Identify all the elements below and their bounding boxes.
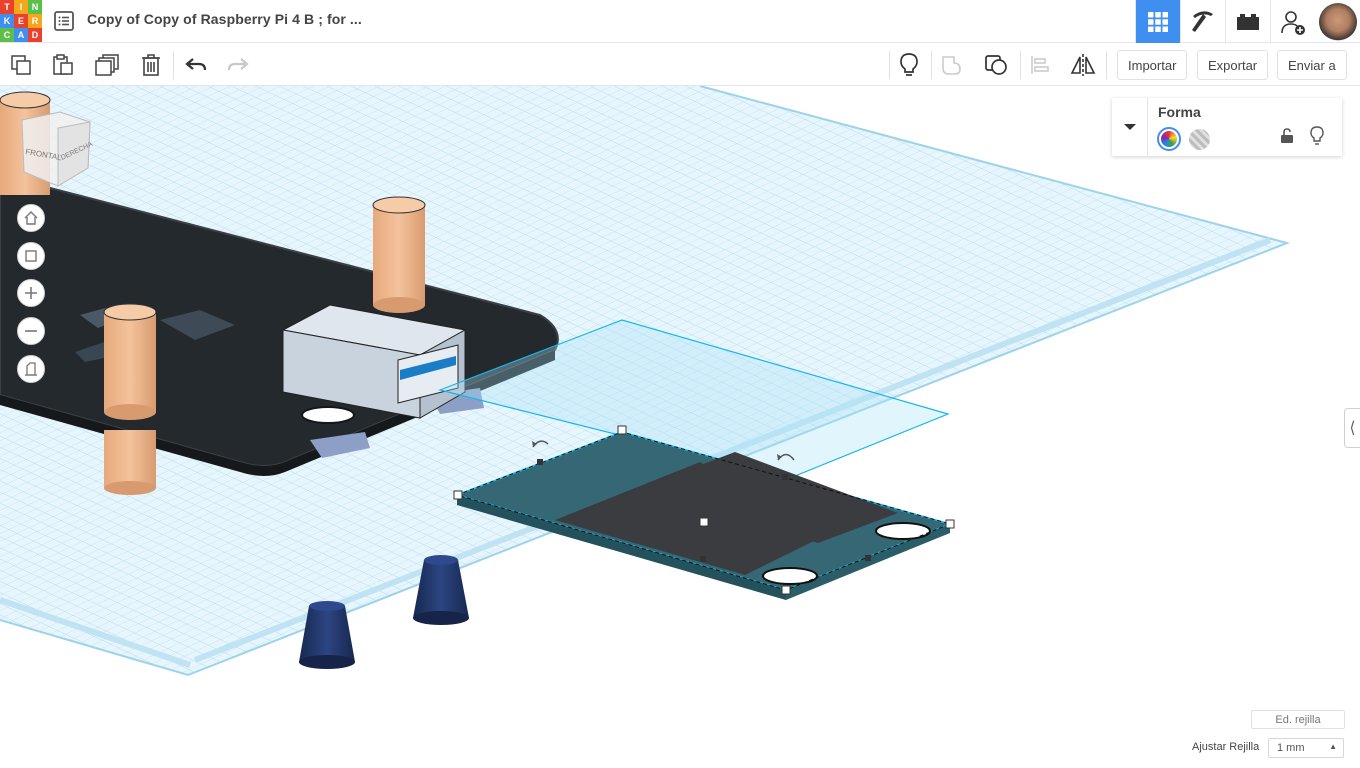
copy-icon[interactable] bbox=[1, 43, 41, 86]
fit-view-icon[interactable] bbox=[17, 242, 45, 270]
align-icon bbox=[1020, 43, 1060, 86]
export-button[interactable]: Exportar bbox=[1197, 50, 1269, 80]
notes-icon[interactable] bbox=[889, 43, 929, 86]
scene-3d[interactable]: FRONTAL DERECHA bbox=[0, 86, 1360, 768]
duplicate-icon[interactable] bbox=[88, 43, 128, 86]
shape-inspector-panel: Forma bbox=[1112, 98, 1342, 156]
logo-letter: A bbox=[14, 28, 28, 42]
tinkercad-logo[interactable]: T I N K E R C A D bbox=[0, 0, 42, 42]
logo-letter: E bbox=[14, 14, 28, 28]
mirror-icon[interactable] bbox=[1063, 43, 1103, 86]
bricks-icon[interactable] bbox=[1225, 0, 1270, 43]
snap-grid-value: 1 mm bbox=[1277, 742, 1305, 754]
bulb-icon[interactable] bbox=[1309, 126, 1325, 151]
user-avatar[interactable] bbox=[1315, 0, 1360, 43]
send-to-button[interactable]: Enviar a bbox=[1277, 50, 1347, 80]
snap-grid-select[interactable]: 1 mm ▲︎ bbox=[1268, 738, 1344, 758]
ortho-view-icon[interactable] bbox=[17, 355, 45, 383]
caret-icon: ▲︎ bbox=[1329, 742, 1337, 751]
logo-letter: D bbox=[28, 28, 42, 42]
zoom-out-icon[interactable] bbox=[17, 317, 45, 345]
solid-color-icon[interactable] bbox=[1157, 127, 1181, 151]
snap-grid-label: Ajustar Rejilla bbox=[1192, 741, 1260, 753]
standoff-cylinder[interactable] bbox=[104, 430, 156, 495]
logo-letter: T bbox=[0, 0, 14, 14]
edit-toolbar: Importar Exportar Enviar a bbox=[0, 43, 1360, 86]
logo-letter: I bbox=[14, 0, 28, 14]
side-panel-expand-tab[interactable]: ⟨ bbox=[1344, 408, 1360, 448]
undo-icon[interactable] bbox=[176, 43, 216, 86]
logo-letter: C bbox=[0, 28, 14, 42]
standoff-cylinder[interactable] bbox=[103, 303, 157, 420]
paste-icon[interactable] bbox=[43, 43, 83, 86]
pickaxe-icon[interactable] bbox=[1180, 0, 1225, 43]
logo-letter: K bbox=[0, 14, 14, 28]
logo-letter: R bbox=[28, 14, 42, 28]
unlock-icon[interactable] bbox=[1280, 128, 1294, 149]
panel-title: Forma bbox=[1158, 104, 1201, 120]
delete-icon[interactable] bbox=[131, 43, 171, 86]
hole-icon[interactable] bbox=[1189, 129, 1210, 150]
import-button[interactable]: Importar bbox=[1117, 50, 1188, 80]
grid-view-icon[interactable] bbox=[1135, 0, 1180, 43]
workplane-canvas[interactable]: FRONTAL DERECHA bbox=[0, 86, 1360, 768]
document-title[interactable]: Copy of Copy of Raspberry Pi 4 B ; for .… bbox=[87, 11, 362, 27]
logo-letter: N bbox=[28, 0, 42, 14]
home-view-icon[interactable] bbox=[17, 204, 45, 232]
zoom-in-icon[interactable] bbox=[17, 279, 45, 307]
chevron-down-icon bbox=[1123, 124, 1136, 130]
edit-grid-button[interactable]: Ed. rejilla bbox=[1251, 710, 1345, 729]
top-bar: T I N K E R C A D Copy of Copy of Raspbe… bbox=[0, 0, 1360, 43]
standoff-cylinder[interactable] bbox=[372, 196, 426, 313]
panel-collapse-toggle[interactable] bbox=[1112, 98, 1148, 156]
redo-icon bbox=[218, 43, 258, 86]
design-list-icon[interactable] bbox=[52, 9, 76, 33]
chevron-left-icon: ⟨ bbox=[1349, 420, 1356, 437]
group-icon bbox=[933, 43, 973, 86]
ungroup-icon[interactable] bbox=[977, 43, 1017, 86]
add-user-icon[interactable] bbox=[1270, 0, 1315, 43]
